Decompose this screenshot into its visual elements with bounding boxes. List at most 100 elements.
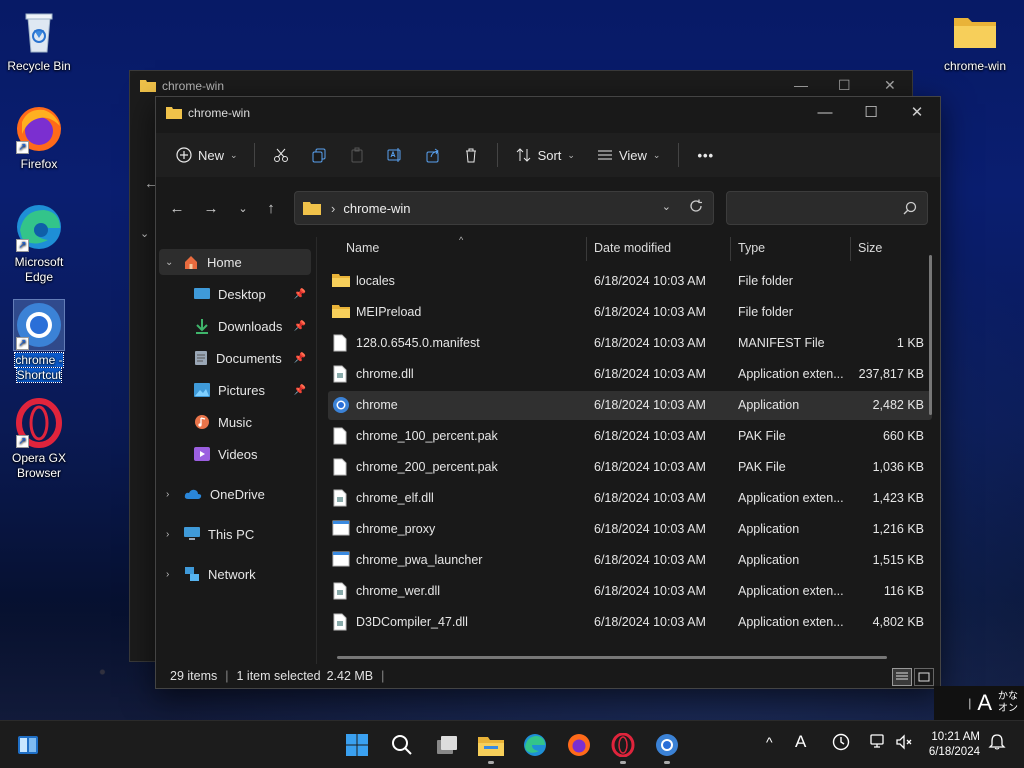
file-row[interactable]: chrome_100_percent.pak 6/18/2024 10:03 AM… — [328, 422, 932, 451]
file-row[interactable]: chrome.dll 6/18/2024 10:03 AM Application … — [328, 360, 932, 389]
refresh-icon[interactable] — [689, 199, 703, 216]
nav-item-onedrive[interactable]: › OneDrive — [166, 481, 312, 507]
file-row[interactable]: chrome_200_percent.pak 6/18/2024 10:03 AM… — [328, 453, 932, 482]
file-name: chrome_proxy — [356, 522, 436, 536]
copy-button[interactable] — [301, 139, 337, 171]
nav-item-home[interactable]: ⌄ Home — [159, 249, 311, 275]
details-view-button[interactable] — [892, 668, 912, 686]
nav-item-music[interactable]: Music — [194, 409, 312, 435]
taskbar-opera-gx[interactable] — [607, 729, 639, 764]
pin-icon[interactable]: 📌 — [294, 353, 306, 364]
pin-icon[interactable]: 📌 — [294, 321, 306, 332]
column-divider[interactable] — [730, 237, 731, 261]
view-button[interactable]: View ⌄ — [587, 139, 671, 171]
file-row[interactable]: chrome_elf.dll 6/18/2024 10:03 AM Applicat… — [328, 484, 932, 513]
nav-item-downloads[interactable]: Downloads 📌 — [194, 313, 312, 339]
more-options-button[interactable]: ••• — [687, 139, 724, 171]
ime-indicator[interactable]: | A かな オン — [934, 686, 1024, 720]
share-button[interactable] — [415, 139, 451, 171]
taskbar-chrome[interactable] — [651, 729, 683, 764]
desktop-icon-chrome-shortcut[interactable]: ↗ chrome - Shortcut — [1, 299, 77, 383]
search-box[interactable] — [726, 191, 928, 225]
clock-tray-icon[interactable] — [832, 733, 850, 754]
chevron-right-icon[interactable]: › — [166, 569, 176, 580]
desktop-icon-firefox[interactable]: ↗ Firefox — [1, 104, 77, 172]
breadcrumb-item[interactable]: chrome-win — [343, 201, 410, 216]
vertical-scrollbar[interactable] — [929, 255, 932, 415]
maximize-button[interactable]: ☐ — [848, 97, 894, 127]
desktop-icon-edge[interactable]: ↗ Microsoft Edge — [1, 202, 77, 285]
chevron-right-icon[interactable]: › — [166, 529, 176, 540]
search-input[interactable] — [727, 192, 887, 224]
column-divider[interactable] — [850, 237, 851, 261]
file-row[interactable]: locales 6/18/2024 10:03 AM File folder — [328, 267, 932, 296]
nav-item-videos[interactable]: Videos — [194, 441, 312, 467]
show-hidden-icons-button[interactable]: ^ — [766, 734, 773, 750]
taskbar-firefox[interactable] — [563, 729, 595, 761]
address-dropdown-icon[interactable]: ⌄ — [662, 200, 671, 213]
desktop-icon-recycle-bin[interactable]: Recycle Bin — [1, 6, 77, 74]
delete-button[interactable] — [453, 139, 489, 171]
pane-divider[interactable] — [316, 237, 317, 667]
chevron-down-icon[interactable]: ⌄ — [165, 257, 175, 268]
recent-locations-button[interactable]: ⌄ — [230, 195, 256, 221]
back-button[interactable]: ← — [164, 195, 190, 221]
desktop-icon-chrome-win-folder[interactable]: chrome-win — [937, 6, 1013, 74]
notifications-button[interactable] — [988, 733, 1006, 754]
paste-button[interactable] — [339, 139, 375, 171]
horizontal-scrollbar[interactable] — [337, 656, 887, 659]
close-button[interactable]: ✕ — [884, 77, 896, 94]
start-button[interactable] — [341, 729, 373, 761]
column-header-date[interactable]: Date modified — [594, 233, 671, 263]
nav-item-documents[interactable]: Documents 📌 — [194, 345, 312, 371]
nav-item-pictures[interactable]: Pictures 📌 — [194, 377, 312, 403]
column-header-type[interactable]: Type — [738, 233, 765, 263]
minimize-button[interactable]: — — [802, 97, 848, 127]
file-row[interactable]: chrome 6/18/2024 10:03 AM Application 2,482… — [328, 391, 932, 420]
volume-muted-icon[interactable] — [895, 733, 913, 754]
file-row[interactable]: 128.0.6545.0.manifest 6/18/2024 10:03 AM M… — [328, 329, 932, 358]
file-name: chrome_pwa_launcher — [356, 553, 483, 567]
file-row[interactable]: chrome_proxy 6/18/2024 10:03 AM Applicatio… — [328, 515, 932, 544]
nav-item-desktop[interactable]: Desktop 📌 — [194, 281, 312, 307]
ime-kana-toggle[interactable]: かな オン — [998, 691, 1018, 715]
column-header-name[interactable]: Name — [346, 233, 379, 263]
running-indicator — [488, 761, 494, 764]
explorer-window[interactable]: chrome-win — ☐ ✕ New ⌄ Sort ⌄ View ⌄ •••… — [155, 96, 941, 689]
large-icons-view-button[interactable] — [914, 668, 934, 686]
file-row[interactable]: chrome_wer.dll 6/18/2024 10:03 AM Applicat… — [328, 577, 932, 606]
ime-mode[interactable]: A — [977, 690, 992, 716]
forward-button[interactable]: → — [198, 195, 224, 221]
minimize-button[interactable]: — — [794, 77, 808, 93]
nav-item-network[interactable]: › Network — [166, 561, 312, 587]
chevron-right-icon[interactable]: › — [166, 489, 176, 500]
taskbar-file-explorer[interactable] — [475, 729, 507, 764]
task-view-button[interactable] — [431, 729, 463, 761]
cut-button[interactable] — [263, 139, 299, 171]
file-row[interactable]: D3DCompiler_47.dll 6/18/2024 10:03 AM Appl… — [328, 608, 932, 637]
system-clock[interactable]: 10:21 AM 6/18/2024 — [929, 730, 980, 760]
chevron-down-icon[interactable]: ⌄ — [140, 227, 149, 240]
ime-tray-icon[interactable]: A — [795, 732, 806, 752]
column-header-size[interactable]: Size — [858, 233, 882, 263]
bell-icon — [988, 734, 1006, 750]
taskbar-edge[interactable] — [519, 729, 551, 761]
nav-item-this-pc[interactable]: › This PC — [166, 521, 312, 547]
pin-icon[interactable]: 📌 — [294, 385, 306, 396]
address-bar[interactable]: › chrome-win ⌄ — [294, 191, 714, 225]
close-button[interactable]: ✕ — [894, 97, 940, 127]
up-button[interactable]: ↑ — [258, 195, 284, 221]
shortcut-arrow-icon: ↗ — [16, 435, 29, 448]
pin-icon[interactable]: 📌 — [294, 289, 306, 300]
network-tray-icon[interactable] — [870, 733, 888, 754]
rename-button[interactable] — [377, 139, 413, 171]
maximize-button[interactable]: ☐ — [838, 77, 851, 94]
column-divider[interactable] — [586, 237, 587, 261]
desktop-icon-opera-gx[interactable]: ↗ Opera GX Browser — [1, 398, 77, 481]
new-button[interactable]: New ⌄ — [168, 139, 246, 171]
file-row[interactable]: MEIPreload 6/18/2024 10:03 AM File folder — [328, 298, 932, 327]
sort-button[interactable]: Sort ⌄ — [506, 139, 585, 171]
search-button[interactable] — [386, 729, 418, 761]
widgets-button[interactable] — [12, 729, 44, 761]
file-row[interactable]: chrome_pwa_launcher 6/18/2024 10:03 AM App… — [328, 546, 932, 575]
